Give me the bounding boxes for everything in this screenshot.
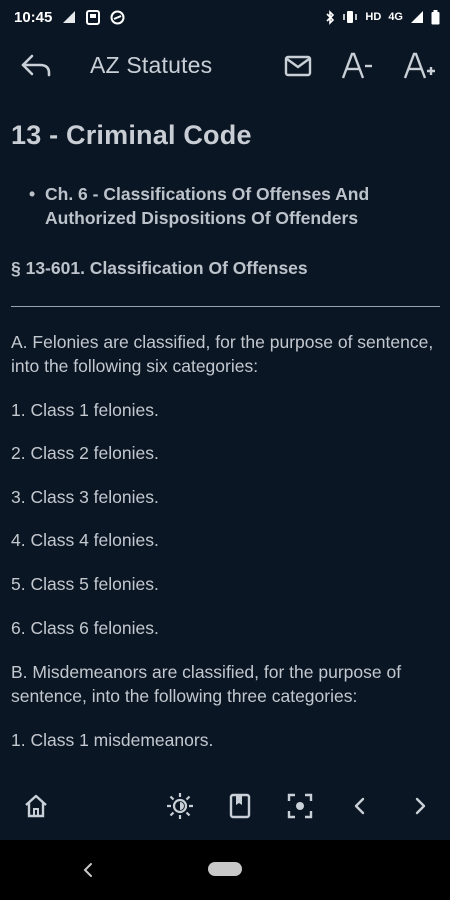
home-button[interactable]: [20, 790, 52, 822]
app-screen: 10:45 HD 4G AZ Statutes 13 - Criminal Co…: [0, 0, 450, 900]
brightness-icon: [167, 793, 193, 819]
paragraph-b: B. Misdemeanors are classified, for the …: [11, 662, 402, 706]
list-item: 4. Class 4 felonies.: [11, 530, 159, 550]
system-home-pill[interactable]: [208, 862, 242, 876]
bullet-mark: •: [29, 184, 36, 204]
brightness-button[interactable]: [164, 790, 196, 822]
status-left: 10:45: [14, 9, 125, 26]
list-item: 1. Class 1 felonies.: [11, 400, 159, 420]
app-bar: AZ Statutes: [0, 34, 450, 98]
chapter-label: Ch. 6 - Classifications Of Offenses And …: [45, 184, 370, 228]
bluetooth-icon: [325, 9, 335, 25]
back-button[interactable]: [18, 50, 54, 82]
battery-icon: [431, 9, 440, 25]
hd-label: HD: [365, 11, 382, 23]
network-label: 4G: [388, 11, 403, 23]
email-button[interactable]: [281, 49, 315, 83]
mail-icon: [284, 55, 312, 77]
statute-title: 13 - Criminal Code: [11, 120, 252, 150]
home-icon: [25, 794, 47, 818]
back-arrow-icon: [21, 54, 51, 77]
bookmark-button[interactable]: [224, 790, 256, 822]
app-title: AZ Statutes: [90, 52, 213, 78]
vibrate-icon: [342, 10, 358, 24]
font-decrease-icon: [341, 52, 372, 79]
decrease-font-button[interactable]: [340, 49, 374, 83]
chapter-link[interactable]: • Ch. 6 - Classifications Of Offenses An…: [29, 182, 435, 230]
status-right: HD 4G: [325, 9, 440, 25]
next-button[interactable]: [404, 790, 436, 822]
status-time: 10:45: [14, 8, 53, 26]
list-item: 1. Class 1 misdemeanors.: [11, 730, 214, 750]
list-item: 5. Class 5 felonies.: [11, 574, 159, 594]
bookmark-icon: [229, 793, 251, 819]
focus-button[interactable]: [284, 790, 316, 822]
system-back-button[interactable]: [78, 858, 98, 882]
paragraph-a: A. Felonies are classified, for the purp…: [11, 332, 434, 376]
section-title: § 13-601. Classification Of Offenses: [11, 258, 308, 278]
signal-data-icon: [62, 10, 76, 24]
cell-signal-icon: [410, 10, 424, 24]
chevron-left-icon: [354, 797, 365, 815]
list-item: 3. Class 3 felonies.: [11, 487, 159, 507]
bottom-toolbar: [0, 776, 450, 836]
notification-app-icon: [86, 9, 101, 25]
list-item: 2. Class 2 felonies.: [11, 443, 159, 463]
list-item: 6. Class 6 felonies.: [11, 618, 159, 638]
font-increase-icon: [403, 52, 435, 79]
system-nav-bar: [0, 840, 450, 900]
previous-button[interactable]: [344, 790, 376, 822]
chevron-left-icon: [83, 863, 92, 877]
status-bar: 10:45 HD 4G: [0, 0, 450, 34]
increase-font-button[interactable]: [402, 49, 436, 83]
divider: [11, 306, 440, 307]
focus-icon: [287, 793, 313, 819]
at-sign-icon: [110, 10, 125, 25]
chevron-right-icon: [415, 797, 426, 815]
